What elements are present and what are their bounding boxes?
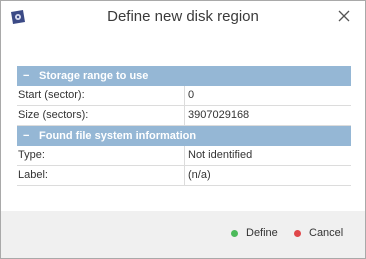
row-value: (n/a) xyxy=(188,169,211,181)
section-title: Storage range to use xyxy=(39,70,149,82)
dialog-content: − Storage range to use Start (sector): 0… xyxy=(1,34,365,211)
property-grid: − Storage range to use Start (sector): 0… xyxy=(17,66,351,186)
row-label: Type: xyxy=(17,146,185,165)
dialog-window: Define new disk region − Storage range t… xyxy=(0,0,366,259)
section-file-system-info[interactable]: − Found file system information xyxy=(17,126,351,146)
define-status-icon xyxy=(231,229,238,237)
row-value: 0 xyxy=(188,89,195,101)
dialog-title: Define new disk region xyxy=(107,8,259,25)
cancel-label: Cancel xyxy=(309,227,344,239)
collapse-toggle[interactable]: − xyxy=(23,70,37,82)
row-label: Label: xyxy=(17,166,185,185)
close-icon[interactable] xyxy=(336,8,352,24)
section-title: Found file system information xyxy=(39,130,197,142)
title-bar: Define new disk region xyxy=(1,1,365,34)
grid-row-start-sector[interactable]: Start (sector): 0 xyxy=(17,86,351,106)
dialog-footer: Define Cancel xyxy=(1,211,365,258)
cancel-status-icon xyxy=(294,229,301,237)
section-storage-range[interactable]: − Storage range to use xyxy=(17,66,351,86)
row-value: 3907029168 xyxy=(188,109,250,121)
define-button[interactable]: Define xyxy=(231,224,278,242)
grid-row-label[interactable]: Label: (n/a) xyxy=(17,166,351,186)
row-label: Size (sectors): xyxy=(17,106,185,125)
grid-row-size-sectors[interactable]: Size (sectors): 3907029168 xyxy=(17,106,351,126)
collapse-toggle[interactable]: − xyxy=(23,130,37,142)
row-label: Start (sector): xyxy=(17,86,185,105)
cancel-button[interactable]: Cancel xyxy=(294,224,343,242)
grid-row-type[interactable]: Type: Not identified xyxy=(17,146,351,166)
define-label: Define xyxy=(246,227,278,239)
row-value: Not identified xyxy=(188,149,253,161)
